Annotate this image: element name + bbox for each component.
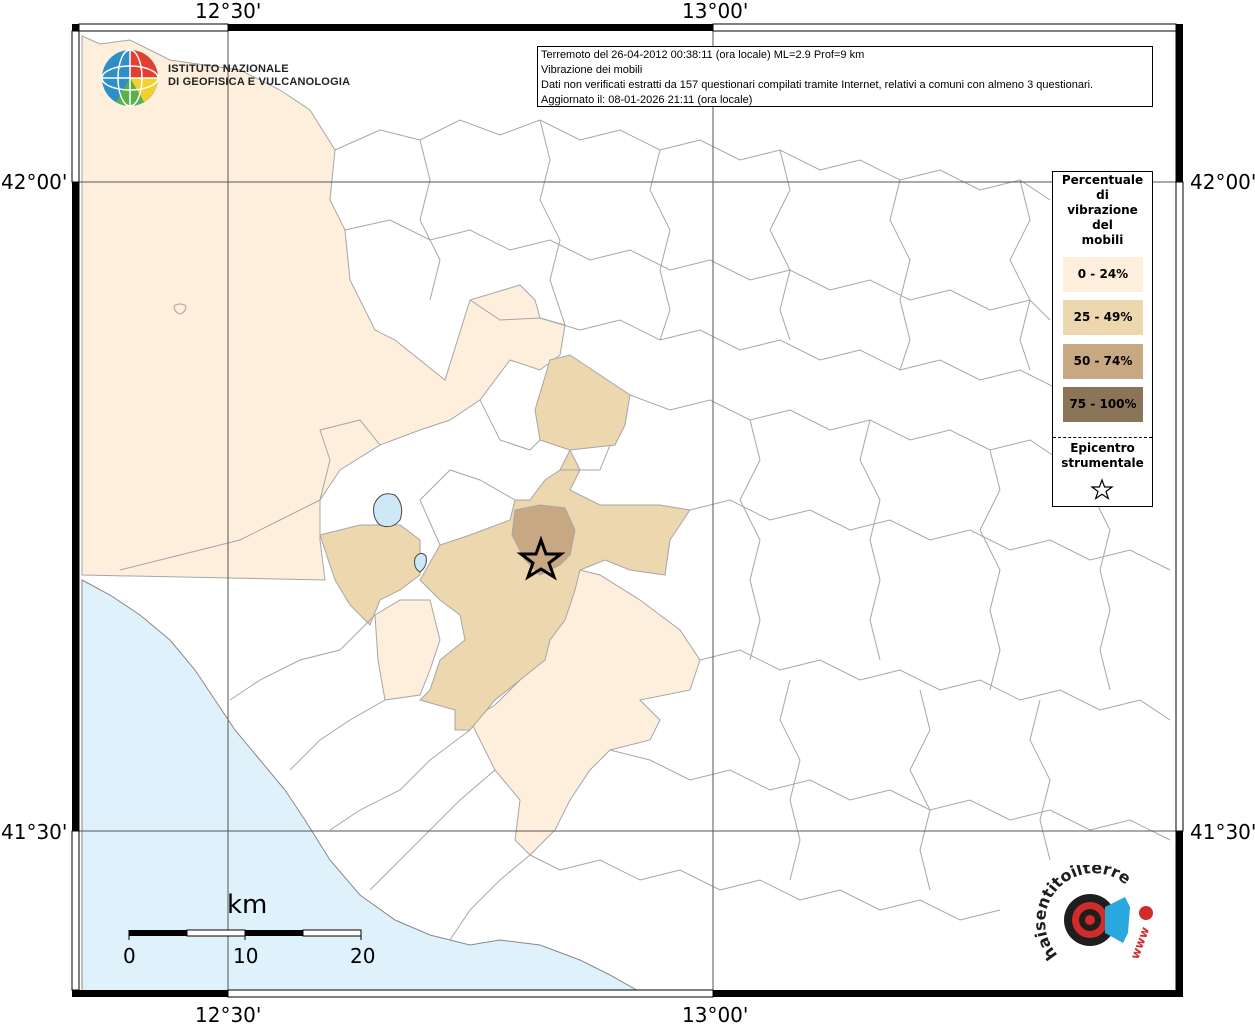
map-parameter: Vibrazione dei mobili [541,64,643,76]
legend-title: Percentuale di vibrazione del mobili [1053,173,1152,248]
axis-bottom-right-label: 13°00' [682,1003,749,1027]
ingv-name-line2: DI GEOFISICA E VULCANOLOGIA [168,76,351,88]
legend-title-line: mobili [1081,233,1124,247]
legend-item-label: 25 - 49% [1073,310,1133,324]
event-info-box: Terremoto del 26-04-2012 00:38:11 (ora l… [537,46,1153,107]
legend-separator [1053,437,1152,438]
scale-label-0: 0 [123,944,136,968]
legend-item-label: 50 - 74% [1073,354,1133,368]
legend-item-0-24: 0 - 24% [1063,257,1143,292]
legend-epicenter-line: Epicentro [1070,441,1135,455]
axis-bottom-left-label: 12°30' [195,1003,262,1027]
ingv-globe-icon [101,49,159,107]
axis-top-right-label: 13°00' [682,0,749,23]
legend-item-25-49: 25 - 49% [1063,300,1143,335]
update-time: Aggiornato il: 08-01-2026 21:11 (ora loc… [541,94,753,106]
axis-top-left-label: 12°30' [195,0,262,23]
ingv-name-line1: ISTITUTO NAZIONALE [168,63,289,75]
legend-item-75-100: 75 - 100% [1063,387,1143,422]
legend-title-line: vibrazione [1067,203,1138,217]
legend-epicenter-label: Epicentro strumentale [1053,441,1152,471]
legend-title-line: Percentuale [1061,173,1144,187]
scale-unit: km [227,890,268,920]
scale-label-10: 10 [233,944,259,968]
haisentito-www: www [1128,925,1153,961]
axis-left-bottom-label: 41°30' [1,820,68,844]
scale-bar: km 0 10 20 [110,890,390,970]
lake-bracciano [373,493,403,528]
legend-title-line: del [1092,218,1113,232]
legend-title-line: di [1096,188,1109,202]
legend-item-label: 0 - 24% [1077,267,1129,281]
data-note: Dati non verificati estratti da 157 ques… [541,79,1094,91]
event-title: Terremoto del 26-04-2012 00:38:11 (ora l… [541,49,865,61]
legend-item-50-74: 50 - 74% [1063,344,1143,379]
help-icon [1139,906,1153,920]
axis-right-bottom-label: 41°30' [1190,820,1255,844]
ingv-name: ISTITUTO NAZIONALE DI GEOFISICA E VULCAN… [168,63,350,89]
legend: Percentuale di vibrazione del mobili 0 -… [1052,171,1153,507]
axis-right-top-label: 42°00' [1190,170,1255,194]
scale-label-20: 20 [350,944,376,968]
legend-item-label: 75 - 100% [1069,397,1137,411]
scale-bar-graphic [128,929,362,940]
haisentito-logo: haisentitoilterremoto.it www [1022,850,1170,975]
legend-star-icon [1090,478,1114,500]
axis-left-top-label: 42°00' [1,170,68,194]
legend-epicenter-line: strumentale [1061,456,1144,470]
